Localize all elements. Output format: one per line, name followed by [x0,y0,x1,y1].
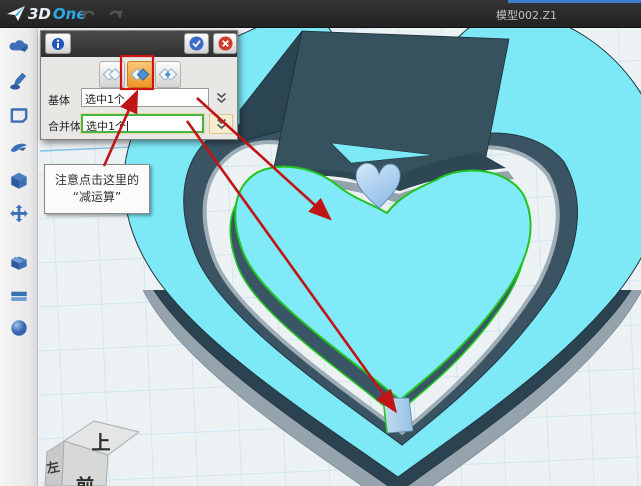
material-sphere-icon[interactable] [7,316,31,340]
info-icon [51,37,65,51]
union-operation-button[interactable] [99,61,125,88]
boolean-operation-dialog: 基体 选中1个 合并体 选中1个 [40,30,238,140]
merge-expand-chevron[interactable] [209,114,233,134]
base-body-value: 选中1个 [85,93,125,106]
redo-button[interactable] [104,3,128,25]
active-tab-indicator [508,0,641,3]
base-expand-chevron[interactable] [211,88,231,107]
view-cube-top-label: 上 [91,432,110,454]
app-window: 3DOne 模型002.Z1 [0,0,641,486]
subtract-diamonds-icon [130,68,150,82]
annotation-callout: 注意点击这里的 “减运算” [44,164,150,214]
section-slab-icon[interactable] [7,283,31,307]
close-icon [218,36,233,51]
confirm-button[interactable] [184,33,209,54]
edit-swoosh-icon[interactable] [7,136,31,160]
primitive-shapes-icon[interactable] [7,34,31,58]
undo-icon [79,6,97,22]
merge-body-field[interactable]: 选中1个 [81,114,204,133]
base-body-field[interactable]: 选中1个 [81,88,209,107]
sketch-plane-icon[interactable] [7,103,31,127]
app-logo: 3DOne [6,3,87,25]
annotation-line2: “减运算” [49,189,145,206]
annotation-line1: 注意点击这里的 [49,172,145,189]
combine-box-icon[interactable] [7,250,31,274]
merge-body-label: 合并体 [48,118,81,134]
base-body-label: 基体 [48,92,70,108]
tip-post[interactable] [383,398,413,433]
merge-body-value: 选中1个 [86,120,126,133]
document-title: 模型002.Z1 [496,7,557,23]
paper-plane-icon [6,5,26,23]
cancel-button[interactable] [213,33,237,54]
subtract-operation-button[interactable] [127,61,153,88]
text-caret [127,121,128,132]
move-icon[interactable] [7,202,31,226]
redo-icon [107,6,125,22]
union-diamonds-icon [102,68,122,82]
tool-sidebar [0,28,38,486]
info-button[interactable] [45,33,71,54]
feature-cube-icon[interactable] [7,169,31,193]
check-icon [189,36,204,51]
double-chevron-down-icon [216,92,227,104]
double-chevron-down-icon [216,118,227,130]
sketch-brush-icon[interactable] [7,69,31,93]
intersect-diamonds-icon [158,68,178,82]
undo-button[interactable] [76,3,100,25]
intersect-operation-button[interactable] [155,61,181,88]
view-cube-front-label: 前 [76,475,94,486]
logo-text-3d: 3D [28,5,51,23]
title-bar: 3DOne 模型002.Z1 [0,0,641,28]
